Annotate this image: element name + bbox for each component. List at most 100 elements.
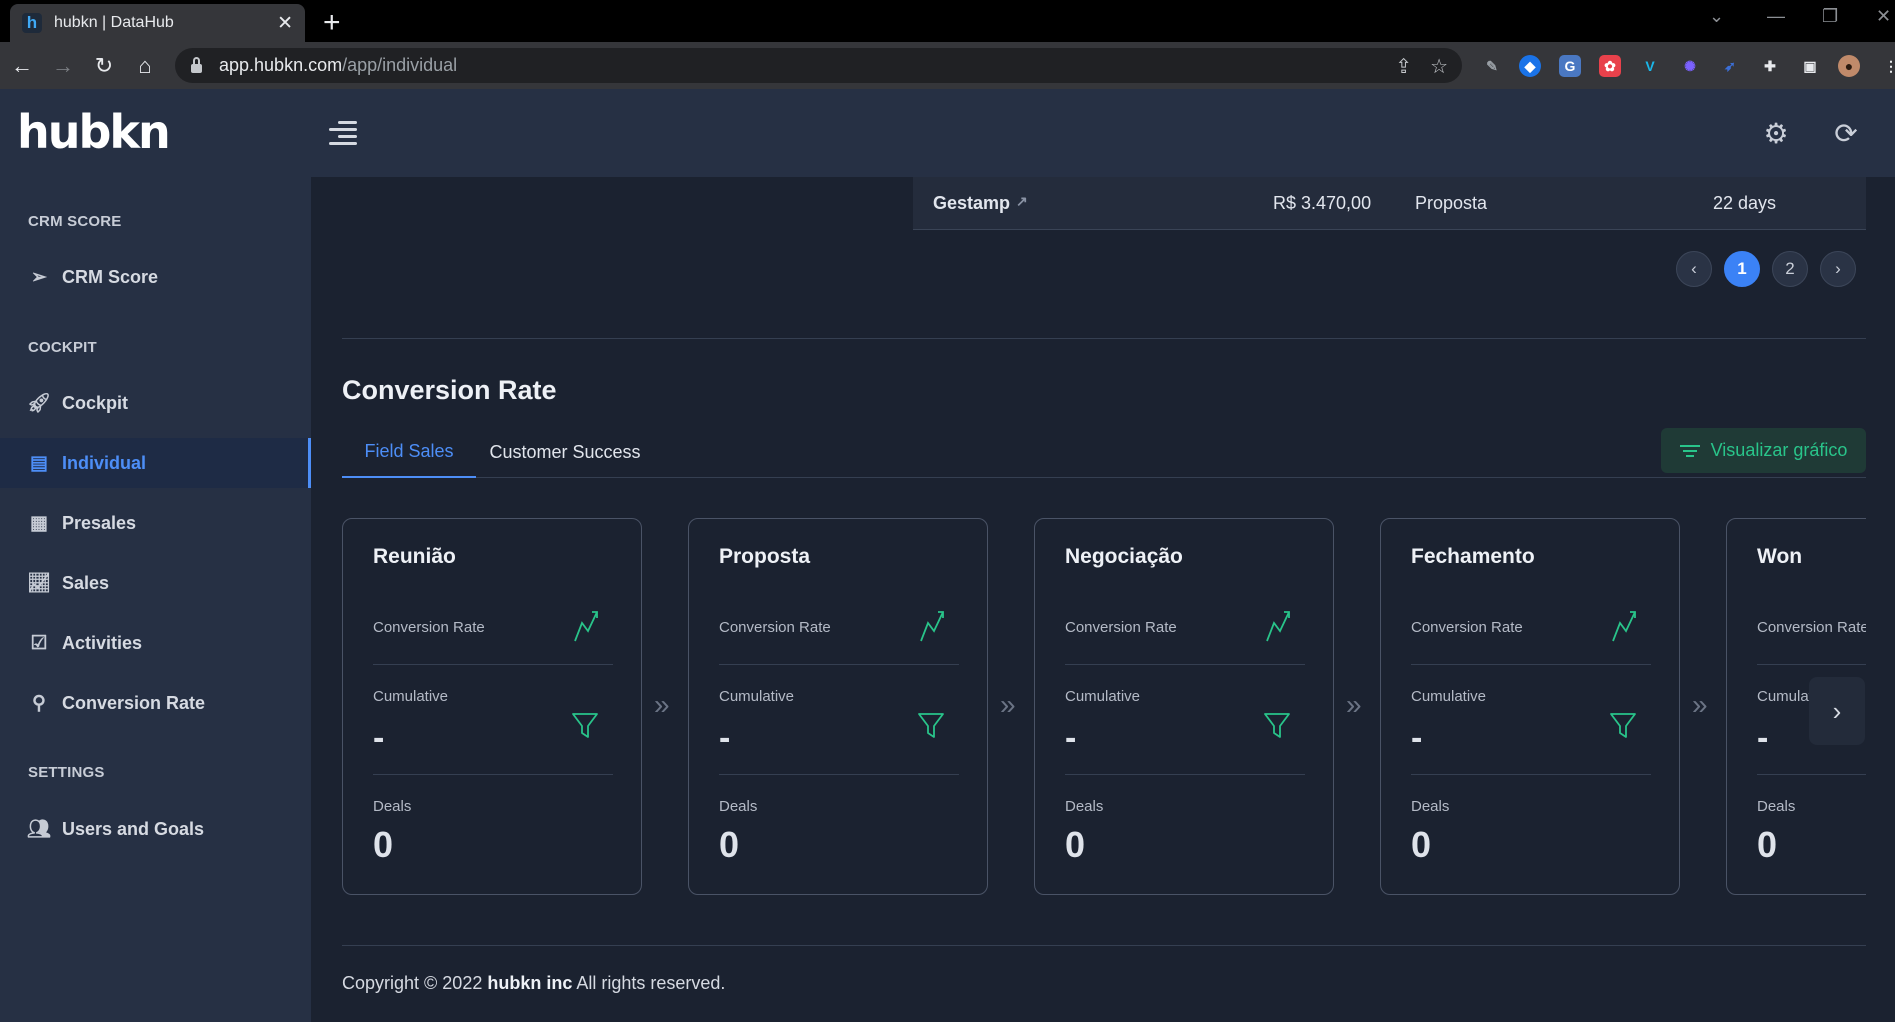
section-title: Conversion Rate (342, 375, 557, 405)
back-icon[interactable]: ← (3, 47, 41, 85)
sidebar-item-activities[interactable]: ☑ Activities (0, 618, 311, 668)
favicon-icon: h (22, 13, 42, 33)
footer-company[interactable]: hubkn inc (487, 973, 572, 993)
footer: Copyright © 2022 hubkn inc All rights re… (342, 973, 725, 994)
stage-card: Proposta Conversion Rate Cumulative - De… (688, 518, 988, 895)
card-divider (373, 774, 613, 775)
age-cell: 22 days (1713, 192, 1777, 213)
sidebar-item-label: Presales (62, 512, 137, 533)
sidebar-item-label: Sales (62, 572, 110, 593)
page-button-1[interactable]: 1 (1724, 251, 1760, 287)
sidebar-item-presales[interactable]: ▦ Presales (0, 498, 311, 548)
prev-page-button[interactable]: ‹ (1676, 251, 1712, 287)
page-button-2[interactable]: 2 (1772, 251, 1808, 287)
footer-copyright: Copyright © 2022 (342, 973, 483, 993)
sidebar: CRM SCORE ➢ CRM Score COCKPIT 🚀︎ Cockpit… (0, 177, 311, 1022)
extensions-puzzle-icon[interactable]: ✚ (1759, 55, 1781, 77)
footer-rights: All rights reserved. (576, 973, 726, 993)
extension-star-icon[interactable]: ✺ (1679, 55, 1701, 77)
extension-feather-icon[interactable]: ➶ (1719, 55, 1741, 77)
cumulative-label: Cumulative (1411, 688, 1487, 705)
cumulative-value: - (1411, 719, 1423, 757)
sidebar-item-label: Activities (62, 632, 143, 653)
url-path: /app/individual (342, 55, 458, 75)
sidebar-item-crm-score[interactable]: ➢ CRM Score (0, 252, 311, 302)
external-link-icon[interactable]: ↗ (1016, 193, 1028, 209)
next-page-button[interactable]: › (1820, 251, 1856, 287)
lock-icon (191, 56, 202, 73)
browser-menu-icon[interactable]: ⋮ (1880, 55, 1895, 77)
filter-icon (1679, 442, 1700, 460)
conversion-rate-label: Conversion Rate (1757, 619, 1866, 636)
value-cell: R$ 3.470,00 (1273, 192, 1372, 213)
reload-icon[interactable]: ↻ (85, 47, 123, 85)
menu-collapse-icon[interactable] (329, 121, 357, 145)
deals-label: Deals (1757, 798, 1796, 815)
sidebar-item-sales[interactable]: 📈︎ Sales (0, 558, 311, 608)
rocket-icon: 🚀︎ (26, 393, 52, 414)
profile-avatar-icon[interactable]: ● (1838, 55, 1860, 77)
close-window-icon[interactable]: ✕ (1876, 6, 1891, 27)
browser-tab[interactable]: h hubkn | DataHub ✕ (10, 4, 305, 42)
stage-card: Negociação Conversion Rate Cumulative - … (1034, 518, 1334, 895)
address-bar[interactable]: app.hubkn.com/app/individual ⇪ ☆ (175, 48, 1462, 83)
visualize-chart-button[interactable]: Visualizar gráfico (1661, 428, 1866, 473)
trend-up-icon (574, 611, 598, 642)
table-row[interactable]: Gestamp ↗ R$ 3.470,00 Proposta 22 days (913, 177, 1866, 230)
tab-search-icon[interactable]: ⌄ (1709, 6, 1724, 27)
logout-icon[interactable]: ⟳ (1830, 117, 1862, 149)
share-icon[interactable]: ⇪ (1395, 54, 1412, 79)
app-header: hubkn ⚙ ⟳ (0, 89, 1895, 177)
restore-icon[interactable]: ❐ (1822, 6, 1838, 27)
cumulative-value: - (1065, 719, 1077, 757)
stage-card: Fechamento Conversion Rate Cumulative - … (1380, 518, 1680, 895)
browser-tabstrip: h hubkn | DataHub ✕ + ⌄ — ❐ ✕ (0, 0, 1895, 42)
logo[interactable]: hubkn (17, 105, 171, 159)
extension-drop-icon[interactable]: ◆ (1519, 55, 1541, 77)
extension-pen-icon[interactable]: ✎ (1481, 55, 1503, 77)
sidebar-item-users-and-goals[interactable]: 👥︎ Users and Goals (0, 804, 311, 854)
extension-vimeo-icon[interactable]: V (1639, 55, 1661, 77)
sidebar-item-individual[interactable]: ▤ Individual (0, 438, 311, 488)
deals-label: Deals (719, 798, 758, 815)
sidebar-section-crm-score: CRM SCORE (28, 213, 122, 230)
funnel-icon (1264, 713, 1290, 738)
tab-customer-success[interactable]: Customer Success (476, 427, 654, 478)
settings-gear-icon[interactable]: ⚙ (1760, 117, 1792, 149)
minimize-icon[interactable]: — (1767, 6, 1785, 27)
extension-red-icon[interactable]: ✿ (1599, 55, 1621, 77)
sidebar-section-settings: SETTINGS (28, 764, 105, 781)
url-host: app.hubkn.com (219, 55, 343, 75)
conversion-rate-label: Conversion Rate (1411, 619, 1523, 636)
sidebar-item-label: Individual (62, 452, 147, 473)
sidebar-item-conversion-rate[interactable]: ⚲ Conversion Rate (0, 678, 311, 728)
new-tab-button[interactable]: + (323, 6, 341, 40)
company-cell[interactable]: Gestamp ↗ (933, 193, 1028, 214)
conversion-rate-label: Conversion Rate (719, 619, 831, 636)
sidebar-item-label: Users and Goals (62, 818, 205, 839)
conversion-rate-label: Conversion Rate (1065, 619, 1177, 636)
scroll-right-button[interactable]: › (1809, 677, 1865, 745)
sidebar-item-cockpit[interactable]: 🚀︎ Cockpit (0, 378, 311, 428)
tab-field-sales[interactable]: Field Sales (342, 427, 476, 478)
stage-title: Won (1757, 545, 1803, 568)
home-icon[interactable]: ⌂ (126, 47, 164, 85)
pagination: ‹ 1 2 › (1676, 251, 1856, 287)
conversion-rate-label: Conversion Rate (373, 619, 485, 636)
forward-icon[interactable]: → (44, 47, 82, 85)
deals-value: 0 (1065, 824, 1086, 865)
bookmark-star-icon[interactable]: ☆ (1430, 54, 1448, 79)
tab-close-icon[interactable]: ✕ (277, 12, 293, 35)
users-icon: 👥︎ (26, 819, 52, 840)
stage-title: Proposta (719, 545, 811, 568)
extension-translate-icon[interactable]: G (1559, 55, 1581, 77)
cumulative-value: - (719, 719, 731, 757)
side-panel-icon[interactable]: ▣ (1799, 55, 1821, 77)
document-user-icon: ▤ (30, 452, 48, 474)
card-divider (1757, 774, 1866, 775)
card-divider (719, 774, 959, 775)
tab-title: hubkn | DataHub (54, 14, 174, 31)
sidebar-item-label: CRM Score (62, 266, 159, 287)
stage-title: Reunião (373, 545, 456, 568)
card-divider (1757, 664, 1866, 665)
